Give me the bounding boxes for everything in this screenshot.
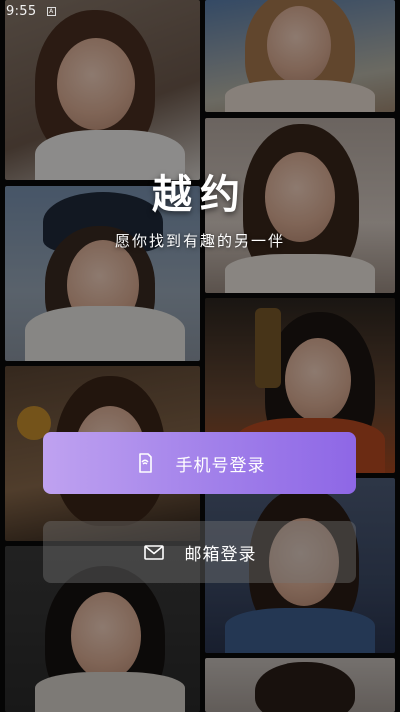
- status-bar: 9:55 A: [6, 4, 56, 19]
- app-slogan: 愿你找到有趣的另一伴: [114, 232, 285, 250]
- mail-icon: [143, 541, 165, 563]
- photo-tile: [205, 0, 395, 112]
- status-time: 9:55: [6, 4, 37, 19]
- status-indicator-icon: A: [46, 7, 56, 16]
- brand-header: 越约 愿你找到有趣的另一伴: [0, 162, 400, 251]
- phone-icon: [134, 452, 156, 474]
- email-login-label: 邮箱登录: [184, 544, 257, 565]
- phone-login-button[interactable]: 手机号登录: [43, 432, 356, 494]
- photo-tile: [205, 658, 395, 712]
- phone-login-label: 手机号登录: [175, 455, 266, 476]
- photo-tile: [5, 0, 200, 180]
- photo-collage-background: [0, 0, 400, 712]
- app-title: 越约: [152, 171, 248, 218]
- email-login-button[interactable]: 邮箱登录: [43, 521, 356, 583]
